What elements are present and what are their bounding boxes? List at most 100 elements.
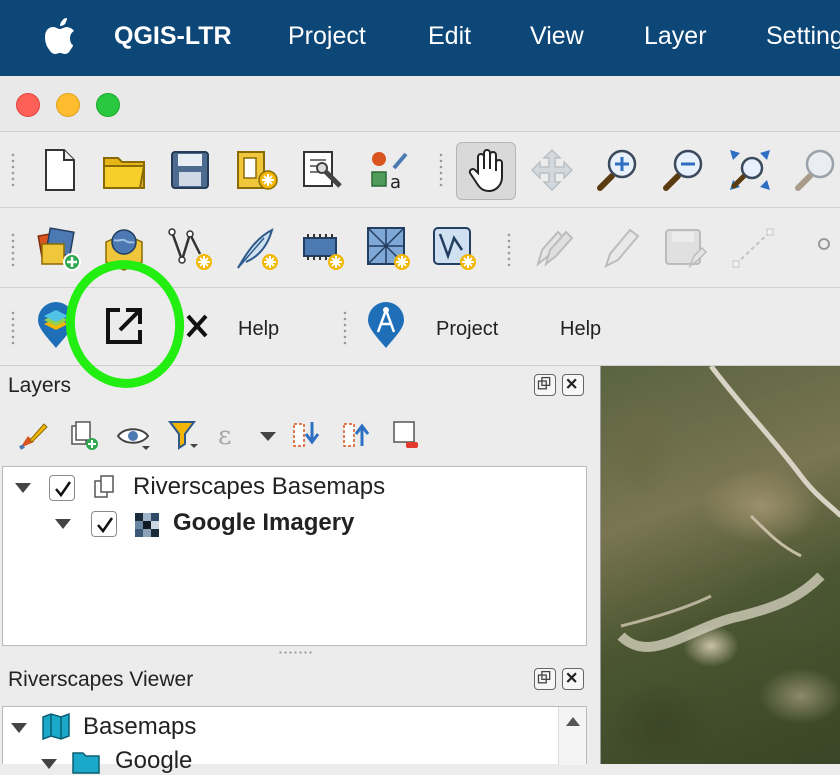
viewer-panel-float-button[interactable] [534, 668, 556, 690]
riverscapes-viewer-button[interactable] [358, 298, 414, 354]
zoom-selection-icon [795, 149, 835, 191]
toolbar-grip-handle[interactable] [10, 310, 16, 346]
pencil-icon [604, 228, 640, 268]
map-imagery-road [617, 366, 840, 652]
save-project-button[interactable] [162, 142, 218, 198]
mesh-grid-icon [367, 227, 410, 270]
raster-layer-icon [135, 513, 159, 537]
layout-manager-button[interactable] [294, 142, 350, 198]
viewer-tree: Basemaps Google [2, 706, 587, 774]
style-manager-button[interactable]: a [360, 142, 416, 198]
scroll-up-arrow-icon[interactable] [566, 717, 580, 726]
filter-legend-icon[interactable] [166, 418, 200, 452]
more-tools-icon[interactable] [818, 238, 830, 250]
map-canvas[interactable] [600, 366, 840, 764]
toolbar-grip-handle[interactable] [438, 152, 444, 188]
layers-tree: Riverscapes Basemaps Google Imagery [2, 466, 587, 646]
current-edits-button[interactable] [526, 220, 582, 276]
window-zoom-button[interactable] [96, 93, 120, 117]
new-shapefile-layer-button[interactable] [162, 220, 218, 276]
viewer-item-google[interactable]: Google [115, 747, 192, 775]
data-source-manager-icon [37, 227, 81, 271]
zoom-full-extent-icon [730, 150, 770, 190]
layers-panel-toolbar: ε [0, 410, 600, 460]
remove-layer-icon[interactable] [390, 418, 424, 452]
menu-settings[interactable]: Settings [766, 22, 840, 51]
toolbar-grip-handle[interactable] [506, 232, 512, 268]
toggle-editing-button[interactable] [592, 220, 648, 276]
layer-visibility-checkbox[interactable] [49, 475, 75, 501]
viewer-scrollbar[interactable] [558, 707, 586, 765]
zoom-in-button[interactable] [590, 142, 646, 198]
new-memory-layer-button[interactable] [294, 220, 350, 276]
layer-group-icon [94, 475, 114, 498]
collapse-all-icon[interactable] [340, 418, 374, 452]
pan-to-selection-button[interactable] [524, 142, 580, 198]
eye-visibility-icon[interactable] [116, 420, 152, 452]
new-virtual-layer-button[interactable] [426, 220, 482, 276]
apple-logo-icon[interactable] [44, 18, 76, 56]
layer-styling-icon[interactable] [16, 418, 50, 452]
tree-expander[interactable] [55, 519, 71, 529]
layer-label[interactable]: Google Imagery [173, 509, 354, 537]
data-source-manager-button[interactable] [30, 220, 86, 276]
panel-splitter-handle[interactable] [278, 650, 314, 656]
digitize-line-button[interactable] [726, 220, 782, 276]
menu-layer[interactable]: Layer [644, 22, 707, 51]
viewer-item-basemaps[interactable]: Basemaps [83, 713, 196, 741]
filter-expression-icon[interactable]: ε [216, 418, 256, 452]
pan-map-button[interactable] [456, 142, 516, 200]
menu-project[interactable]: Project [288, 22, 366, 51]
viewer-panel-close-button[interactable] [562, 668, 584, 690]
toolbar-grip-handle[interactable] [342, 310, 348, 346]
help-menu-label-1[interactable]: Help [238, 318, 279, 341]
folder-icon [72, 752, 100, 774]
tree-expander[interactable] [41, 759, 57, 769]
window-close-button[interactable] [16, 93, 40, 117]
project-toolbar: a [0, 132, 840, 208]
open-project-button[interactable] [96, 142, 152, 198]
macos-menu-bar: QGIS-LTR Project Edit View Layer Setting… [0, 0, 840, 76]
layers-panel-title: Layers [8, 374, 72, 397]
new-project-button[interactable] [30, 142, 86, 198]
save-layer-edits-button[interactable] [656, 220, 712, 276]
project-menu-label[interactable]: Project [436, 318, 498, 341]
hand-pan-icon [468, 149, 503, 193]
new-mesh-layer-button[interactable] [360, 220, 416, 276]
layout-manager-icon [303, 151, 342, 188]
new-spatialite-layer-button[interactable] [228, 220, 284, 276]
print-layout-icon [237, 151, 278, 190]
window-minimize-button[interactable] [56, 93, 80, 117]
checkmark-icon [55, 481, 72, 498]
menu-view[interactable]: View [530, 22, 584, 51]
add-group-icon[interactable] [66, 418, 100, 452]
line-digitize-icon [732, 228, 774, 268]
floppy-disk-icon [171, 151, 209, 189]
expand-all-icon[interactable] [290, 418, 324, 452]
zoom-selection-button[interactable] [788, 142, 840, 198]
close-panel-icon [566, 378, 577, 389]
menu-edit[interactable]: Edit [428, 22, 471, 51]
new-print-layout-button[interactable] [228, 142, 284, 198]
layers-panel-float-button[interactable] [534, 374, 556, 396]
menu-app-name[interactable]: QGIS-LTR [114, 22, 232, 51]
layer-group-label[interactable]: Riverscapes Basemaps [133, 473, 385, 501]
window-title-bar [0, 76, 840, 132]
zoom-out-button[interactable] [656, 142, 712, 198]
tree-expander[interactable] [11, 723, 27, 733]
toolbar-grip-handle[interactable] [10, 152, 16, 188]
vector-layer-icon [168, 228, 212, 270]
zoom-full-button[interactable] [722, 142, 778, 198]
layer-visibility-checkbox[interactable] [91, 511, 117, 537]
viewer-panel-title: Riverscapes Viewer [8, 668, 194, 691]
virtual-layer-icon [433, 227, 476, 270]
svg-text:a: a [390, 172, 401, 193]
filter-expression-dropdown-arrow[interactable] [260, 432, 276, 441]
layers-panel-close-button[interactable] [562, 374, 584, 396]
zoom-out-icon [663, 149, 703, 191]
toolbar-grip-handle[interactable] [10, 232, 16, 268]
riverscapes-viewer-icon [368, 302, 404, 348]
save-edits-icon [665, 229, 708, 269]
help-menu-label-2[interactable]: Help [560, 318, 601, 341]
tree-expander[interactable] [15, 483, 31, 493]
